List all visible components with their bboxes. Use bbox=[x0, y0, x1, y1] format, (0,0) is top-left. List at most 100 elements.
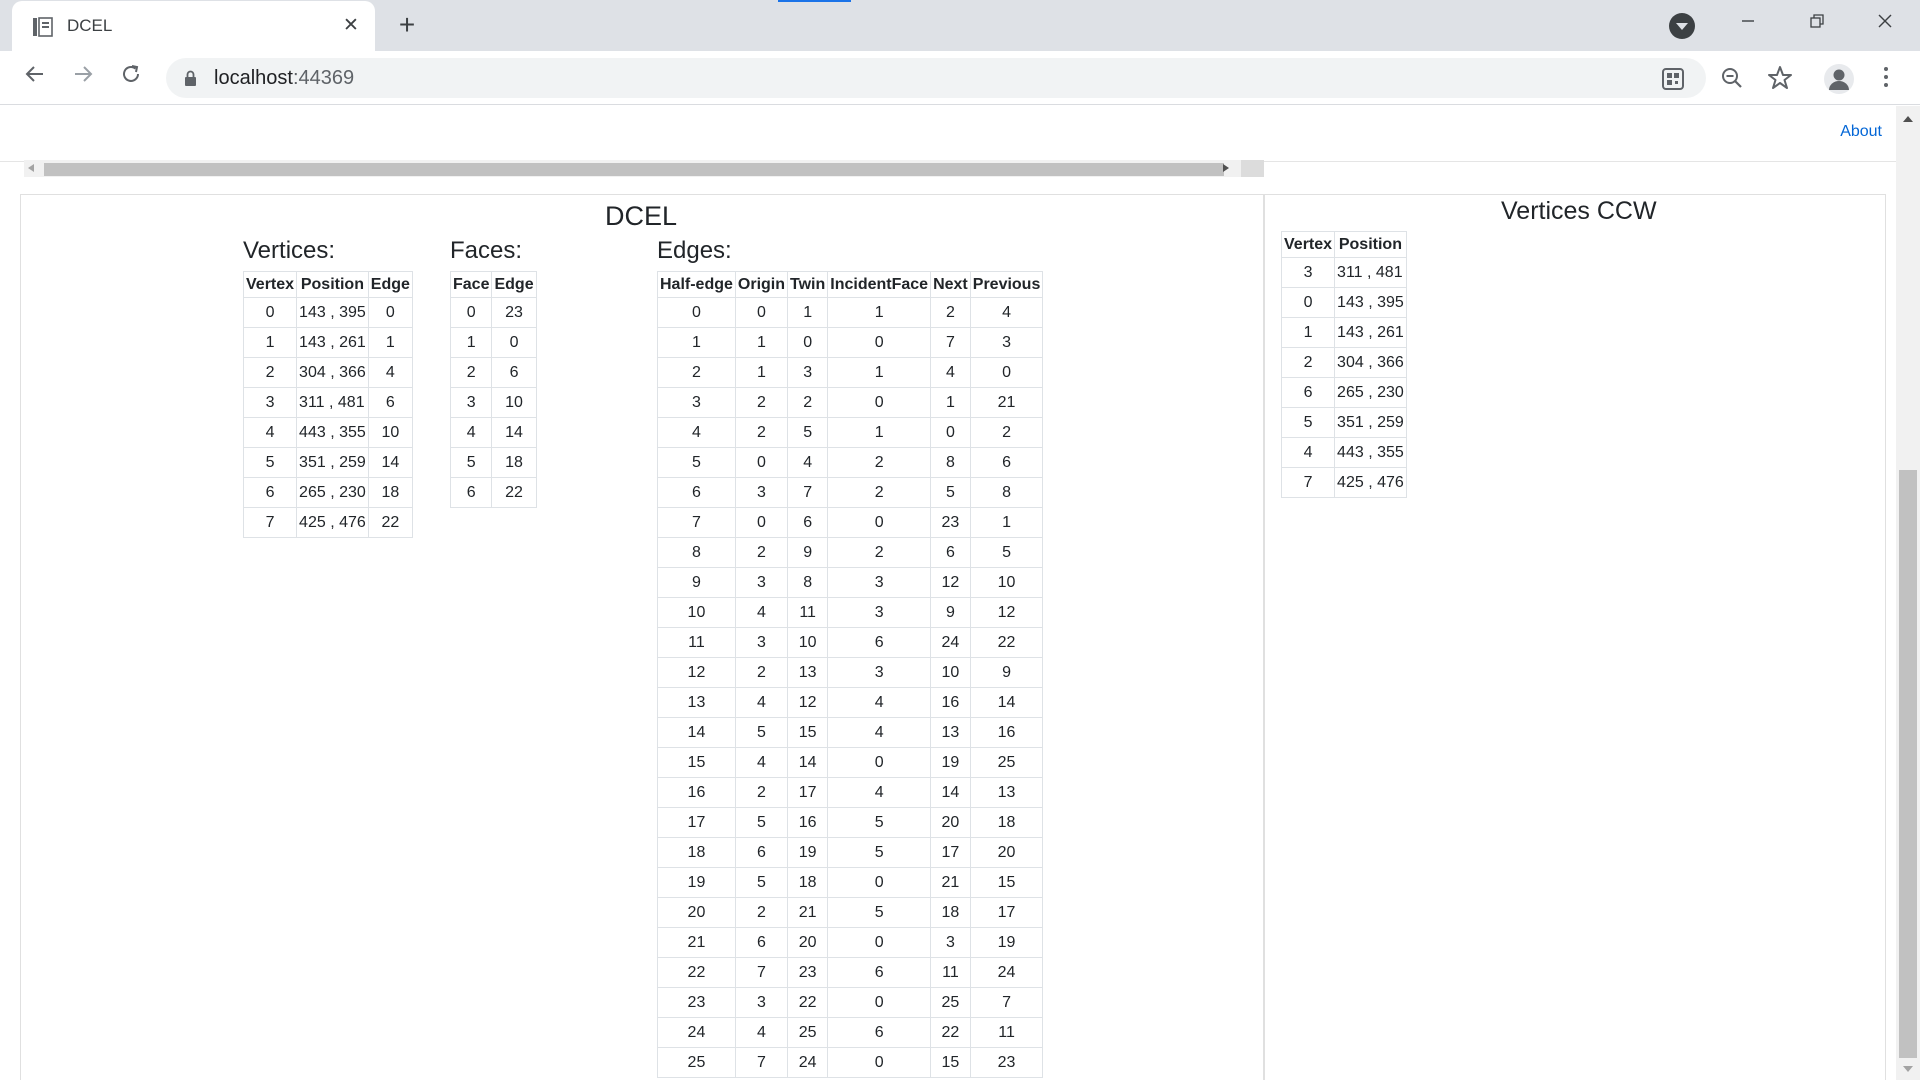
table-cell: 0 bbox=[827, 387, 932, 418]
restore-icon[interactable] bbox=[1797, 8, 1837, 38]
scroll-corner bbox=[1241, 160, 1264, 177]
table-row: 1 143 , 261 1 bbox=[242, 327, 413, 358]
table-cell: 13 bbox=[787, 657, 829, 688]
table-row: 14 5 15 4 13 16 bbox=[657, 717, 1044, 748]
vertical-scrollbar[interactable] bbox=[1896, 106, 1920, 1080]
table-cell: 2 bbox=[787, 387, 829, 418]
table-cell: 311 , 481 bbox=[1334, 257, 1407, 288]
table-cell: 2 bbox=[734, 657, 789, 688]
lock-icon[interactable] bbox=[184, 70, 197, 86]
table-cell: 1 bbox=[827, 357, 932, 388]
table-cell: 24 bbox=[969, 957, 1044, 988]
table-cell: 0 bbox=[827, 507, 932, 538]
tab-close-icon[interactable]: ✕ bbox=[339, 14, 363, 38]
table-row: 3 311 , 481 bbox=[1280, 257, 1407, 288]
table-cell: 0 bbox=[930, 417, 971, 448]
site-navbar: About bbox=[0, 106, 1896, 162]
forward-icon[interactable] bbox=[68, 63, 98, 93]
profile-avatar-icon[interactable] bbox=[1824, 64, 1854, 94]
table-cell: 6 bbox=[449, 477, 493, 508]
table-cell: 5 bbox=[827, 807, 932, 838]
back-icon[interactable] bbox=[20, 63, 50, 93]
edges-heading: Edges: bbox=[657, 237, 732, 264]
table-row: 23 3 22 0 25 7 bbox=[657, 987, 1044, 1018]
browser-toolbar: localhost:44369 bbox=[0, 51, 1920, 105]
table-row: 0 143 , 395 0 bbox=[242, 297, 413, 328]
table-cell: 15 bbox=[787, 717, 829, 748]
table-cell: 143 , 395 bbox=[1334, 287, 1407, 318]
table-cell: 6 bbox=[930, 537, 971, 568]
table-cell: 2 bbox=[734, 387, 789, 418]
table-cell: 7 bbox=[969, 987, 1044, 1018]
table-cell: 0 bbox=[827, 327, 932, 358]
about-link[interactable]: About bbox=[1840, 123, 1882, 141]
table-cell: 13 bbox=[930, 717, 971, 748]
zoom-out-icon[interactable] bbox=[1718, 64, 1746, 92]
table-cell: 19 bbox=[930, 747, 971, 778]
browser-tab[interactable]: DCEL ✕ bbox=[12, 1, 375, 51]
table-cell: 143 , 261 bbox=[1334, 317, 1407, 348]
table-cell: 22 bbox=[969, 627, 1044, 658]
scroll-up-icon[interactable] bbox=[1903, 116, 1913, 122]
table-row: 4 443 , 355 bbox=[1280, 437, 1407, 468]
table-cell: 6 bbox=[827, 1017, 932, 1048]
scroll-right-icon[interactable] bbox=[1223, 164, 1229, 172]
table-cell: 23 bbox=[787, 957, 829, 988]
bookmark-star-icon[interactable] bbox=[1766, 64, 1794, 92]
table-cell: 1 bbox=[969, 507, 1044, 538]
table-cell: 0 bbox=[449, 297, 493, 328]
table-row: 17 5 16 5 20 18 bbox=[657, 807, 1044, 838]
table-cell: 5 bbox=[827, 837, 932, 868]
table-cell: 13 bbox=[969, 777, 1044, 808]
table-row: 6 22 bbox=[449, 477, 537, 508]
table-cell: 16 bbox=[787, 807, 829, 838]
table-cell: 0 bbox=[827, 1047, 932, 1078]
table-cell: 0 bbox=[787, 327, 829, 358]
table-cell: 0 bbox=[734, 297, 789, 328]
table-row: 19 5 18 0 21 15 bbox=[657, 867, 1044, 898]
table-row: 001124 bbox=[657, 297, 1044, 328]
table-cell: 5 bbox=[930, 477, 971, 508]
table-cell: 4 bbox=[969, 297, 1044, 328]
close-window-icon[interactable] bbox=[1865, 8, 1905, 38]
table-cell: 4 bbox=[449, 417, 493, 448]
table-cell: 12 bbox=[930, 567, 971, 598]
vertical-scroll-thumb[interactable] bbox=[1899, 470, 1917, 1058]
column-header: IncidentFace bbox=[827, 271, 932, 298]
minimize-icon[interactable] bbox=[1728, 8, 1768, 38]
table-cell: 2 bbox=[969, 417, 1044, 448]
scroll-down-icon[interactable] bbox=[1903, 1066, 1913, 1072]
column-header: Origin bbox=[734, 271, 789, 298]
table-row: 24 4 25 6 22 11 bbox=[657, 1017, 1044, 1048]
table-cell: 3 bbox=[449, 387, 493, 418]
table-cell: 11 bbox=[787, 597, 829, 628]
horizontal-scrollbar[interactable] bbox=[24, 160, 1264, 177]
table-cell: 1 bbox=[242, 327, 298, 358]
table-row: 7 0 6 0 23 1 bbox=[657, 507, 1044, 538]
table-cell: 304 , 366 bbox=[296, 357, 369, 388]
table-cell: 7 bbox=[734, 957, 789, 988]
qr-code-icon[interactable] bbox=[1660, 66, 1686, 92]
table-cell: 3 bbox=[734, 477, 789, 508]
table-cell: 2 bbox=[657, 357, 736, 388]
table-cell: 10 bbox=[367, 417, 413, 448]
new-tab-icon[interactable]: + bbox=[392, 10, 422, 40]
table-cell: 21 bbox=[969, 387, 1044, 418]
table-cell: 5 bbox=[242, 447, 298, 478]
table-cell: 425 , 476 bbox=[1334, 467, 1407, 498]
url-text[interactable]: localhost:44369 bbox=[214, 67, 354, 90]
browser-menu-icon[interactable] bbox=[1878, 63, 1894, 93]
vertices-ccw-table: Vertex Position 3 311 , 481 0 143 , 395 1 143… bbox=[1280, 231, 1407, 498]
table-cell: 7 bbox=[1280, 467, 1336, 498]
table-cell: 1 bbox=[367, 327, 413, 358]
address-bar[interactable]: localhost:44369 bbox=[166, 58, 1706, 98]
horizontal-scroll-thumb[interactable] bbox=[44, 163, 1224, 176]
table-cell: 24 bbox=[930, 627, 971, 658]
table-row: 2 304 , 366 4 bbox=[242, 357, 413, 388]
tab-search-icon[interactable] bbox=[1669, 13, 1695, 39]
reload-icon[interactable] bbox=[116, 63, 146, 93]
table-cell: 21 bbox=[930, 867, 971, 898]
table-cell: 5 bbox=[969, 537, 1044, 568]
faces-table: Face Edge 0 23 1 0 2 6 3 10 4 14 5 18 6 22 bbox=[449, 271, 537, 508]
scroll-left-icon[interactable] bbox=[28, 164, 34, 172]
